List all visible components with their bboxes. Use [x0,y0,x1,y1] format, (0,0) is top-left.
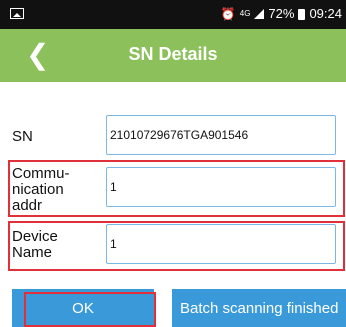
comm-address-label-clip: Commu- nication addr [12,166,102,212]
network-type: 4G [239,9,251,18]
batch-scanning-finished-button[interactable]: Batch scanning finished [172,289,346,327]
app-header: ❮ SN Details [0,29,346,82]
clock: 09:24 [309,6,342,21]
signal-icon [254,9,265,19]
ok-button-highlight [24,292,156,327]
page-title: SN Details [128,44,218,64]
comm-address-field[interactable]: 1 [106,167,336,207]
device-name-label: Device Name [12,228,58,261]
sn-field[interactable]: 21010729676TGA901546 [106,115,336,155]
sn-label: SN [12,128,33,145]
alarm-icon: ⏰ [220,7,236,21]
status-indicators: ⏰ 4G 72% 09:24 [221,6,342,22]
battery-icon [298,8,306,20]
status-bar: ⏰ 4G 72% 09:24 [0,0,346,29]
comm-address-label: Commu- nication addr [12,166,70,212]
battery-level: 72% [268,6,295,21]
gallery-icon [10,8,24,19]
device-name-field[interactable]: 1 [106,224,336,264]
